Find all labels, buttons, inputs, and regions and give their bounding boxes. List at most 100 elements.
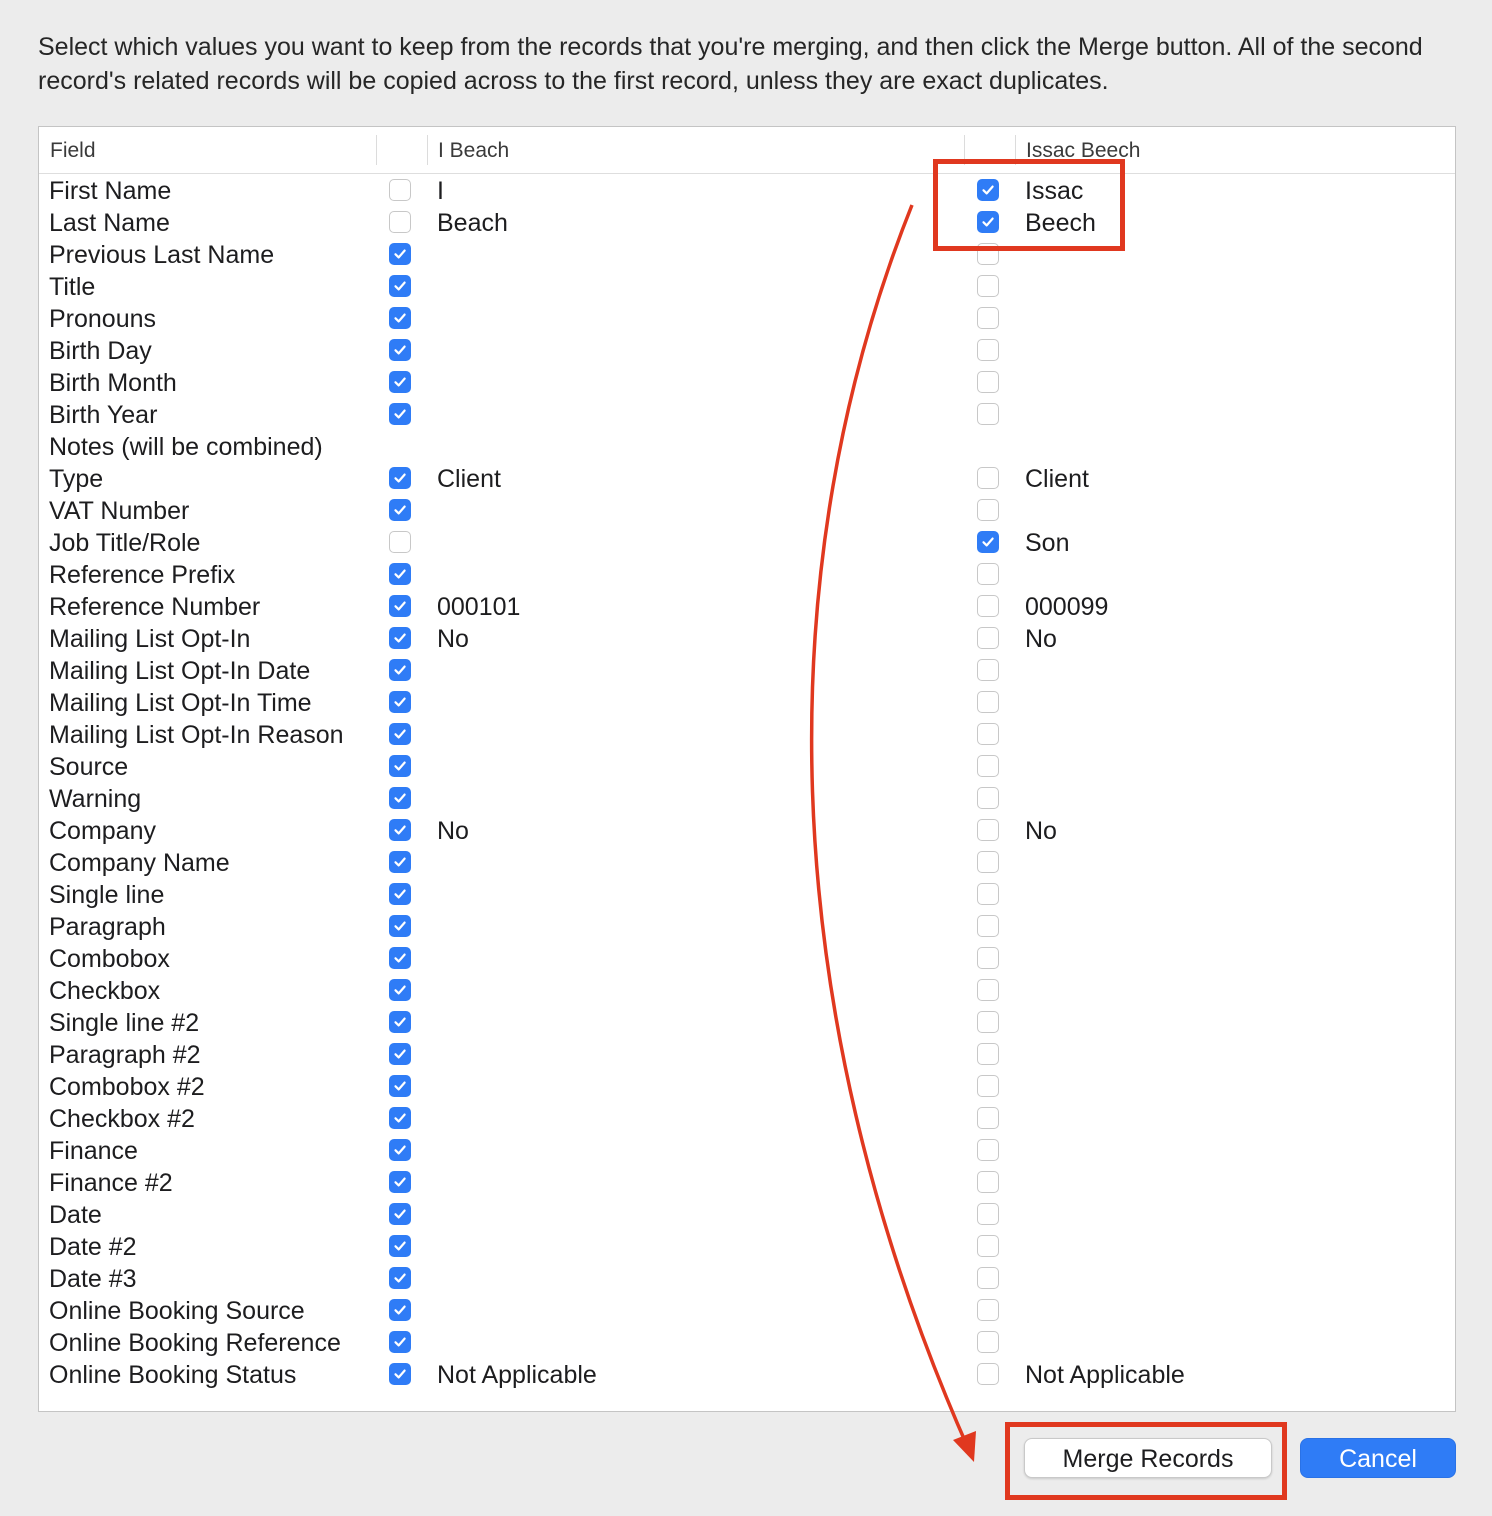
field-label: Finance bbox=[49, 1137, 138, 1165]
record-2-checkbox[interactable] bbox=[977, 403, 999, 425]
record-1-checkbox[interactable] bbox=[389, 339, 411, 361]
checkmark-icon bbox=[394, 505, 406, 515]
record-1-checkbox[interactable] bbox=[389, 883, 411, 905]
column-header-field[interactable]: Field bbox=[50, 139, 96, 163]
record-2-checkbox[interactable] bbox=[977, 883, 999, 905]
record-1-checkbox[interactable] bbox=[389, 1331, 411, 1353]
record-2-checkbox[interactable] bbox=[977, 531, 999, 553]
record-2-checkbox[interactable] bbox=[977, 371, 999, 393]
record-2-checkbox[interactable] bbox=[977, 1363, 999, 1385]
record-1-checkbox[interactable] bbox=[389, 947, 411, 969]
record-2-checkbox[interactable] bbox=[977, 787, 999, 809]
field-label: Online Booking Status bbox=[49, 1361, 297, 1389]
column-header-record-1[interactable]: I Beach bbox=[438, 139, 509, 163]
checkmark-icon bbox=[394, 921, 406, 931]
record-1-checkbox[interactable] bbox=[389, 691, 411, 713]
record-2-checkbox[interactable] bbox=[977, 1331, 999, 1353]
record-2-value: No bbox=[1025, 625, 1057, 653]
record-2-checkbox[interactable] bbox=[977, 339, 999, 361]
record-1-checkbox[interactable] bbox=[389, 755, 411, 777]
record-1-checkbox[interactable] bbox=[389, 915, 411, 937]
record-1-checkbox[interactable] bbox=[389, 787, 411, 809]
record-2-checkbox[interactable] bbox=[977, 1235, 999, 1257]
record-2-checkbox[interactable] bbox=[977, 1107, 999, 1129]
record-1-checkbox[interactable] bbox=[389, 819, 411, 841]
table-row: Paragraph #2 bbox=[39, 1039, 1455, 1071]
cancel-button[interactable]: Cancel bbox=[1300, 1438, 1456, 1478]
record-1-checkbox[interactable] bbox=[389, 371, 411, 393]
record-2-checkbox[interactable] bbox=[977, 211, 999, 233]
checkmark-icon bbox=[394, 1369, 406, 1379]
table-row: Notes (will be combined) bbox=[39, 431, 1455, 463]
record-2-checkbox[interactable] bbox=[977, 499, 999, 521]
record-2-checkbox[interactable] bbox=[977, 307, 999, 329]
record-2-checkbox[interactable] bbox=[977, 179, 999, 201]
table-row: Source bbox=[39, 751, 1455, 783]
record-2-checkbox[interactable] bbox=[977, 275, 999, 297]
record-1-checkbox[interactable] bbox=[389, 1043, 411, 1065]
record-2-checkbox[interactable] bbox=[977, 243, 999, 265]
field-label: Single line #2 bbox=[49, 1009, 200, 1037]
record-2-checkbox[interactable] bbox=[977, 1139, 999, 1161]
checkmark-icon bbox=[394, 633, 406, 643]
record-1-checkbox[interactable] bbox=[389, 307, 411, 329]
record-2-checkbox[interactable] bbox=[977, 819, 999, 841]
record-1-checkbox[interactable] bbox=[389, 723, 411, 745]
record-1-checkbox[interactable] bbox=[389, 1011, 411, 1033]
record-2-checkbox[interactable] bbox=[977, 1043, 999, 1065]
column-separator bbox=[427, 135, 428, 165]
record-1-checkbox[interactable] bbox=[389, 403, 411, 425]
record-2-checkbox[interactable] bbox=[977, 563, 999, 585]
record-2-checkbox[interactable] bbox=[977, 1075, 999, 1097]
table-row: Previous Last Name bbox=[39, 239, 1455, 271]
record-1-checkbox[interactable] bbox=[389, 851, 411, 873]
record-1-checkbox[interactable] bbox=[389, 1299, 411, 1321]
record-1-checkbox[interactable] bbox=[389, 1363, 411, 1385]
record-1-checkbox[interactable] bbox=[389, 1139, 411, 1161]
record-2-checkbox[interactable] bbox=[977, 979, 999, 1001]
record-1-checkbox[interactable] bbox=[389, 275, 411, 297]
checkmark-icon bbox=[394, 1209, 406, 1219]
record-1-checkbox[interactable] bbox=[389, 467, 411, 489]
record-1-checkbox[interactable] bbox=[389, 531, 411, 553]
record-2-checkbox[interactable] bbox=[977, 1267, 999, 1289]
record-2-checkbox[interactable] bbox=[977, 851, 999, 873]
record-1-checkbox[interactable] bbox=[389, 179, 411, 201]
record-1-checkbox[interactable] bbox=[389, 595, 411, 617]
field-label: Company bbox=[49, 817, 156, 845]
record-1-checkbox[interactable] bbox=[389, 499, 411, 521]
record-1-checkbox[interactable] bbox=[389, 211, 411, 233]
checkmark-icon bbox=[394, 1081, 406, 1091]
record-2-checkbox[interactable] bbox=[977, 691, 999, 713]
record-2-checkbox[interactable] bbox=[977, 915, 999, 937]
record-1-checkbox[interactable] bbox=[389, 563, 411, 585]
record-2-checkbox[interactable] bbox=[977, 659, 999, 681]
checkmark-icon bbox=[394, 761, 406, 771]
record-2-checkbox[interactable] bbox=[977, 723, 999, 745]
record-1-checkbox[interactable] bbox=[389, 979, 411, 1001]
record-1-checkbox[interactable] bbox=[389, 1107, 411, 1129]
record-1-checkbox[interactable] bbox=[389, 1075, 411, 1097]
record-1-checkbox[interactable] bbox=[389, 243, 411, 265]
record-2-checkbox[interactable] bbox=[977, 1203, 999, 1225]
field-label: Birth Year bbox=[49, 401, 158, 429]
record-2-checkbox[interactable] bbox=[977, 595, 999, 617]
record-2-checkbox[interactable] bbox=[977, 467, 999, 489]
record-1-checkbox[interactable] bbox=[389, 627, 411, 649]
table-row: Combobox bbox=[39, 943, 1455, 975]
record-2-checkbox[interactable] bbox=[977, 627, 999, 649]
record-2-checkbox[interactable] bbox=[977, 1011, 999, 1033]
record-2-checkbox[interactable] bbox=[977, 1171, 999, 1193]
record-1-checkbox[interactable] bbox=[389, 1267, 411, 1289]
record-1-checkbox[interactable] bbox=[389, 1203, 411, 1225]
record-1-checkbox[interactable] bbox=[389, 659, 411, 681]
record-2-checkbox[interactable] bbox=[977, 755, 999, 777]
record-1-checkbox[interactable] bbox=[389, 1171, 411, 1193]
record-2-checkbox[interactable] bbox=[977, 947, 999, 969]
merge-records-button[interactable]: Merge Records bbox=[1024, 1438, 1272, 1478]
field-label: Date #3 bbox=[49, 1265, 137, 1293]
record-1-value: I bbox=[437, 177, 444, 205]
column-header-record-2[interactable]: Issac Beech bbox=[1026, 139, 1140, 163]
record-2-checkbox[interactable] bbox=[977, 1299, 999, 1321]
record-1-checkbox[interactable] bbox=[389, 1235, 411, 1257]
